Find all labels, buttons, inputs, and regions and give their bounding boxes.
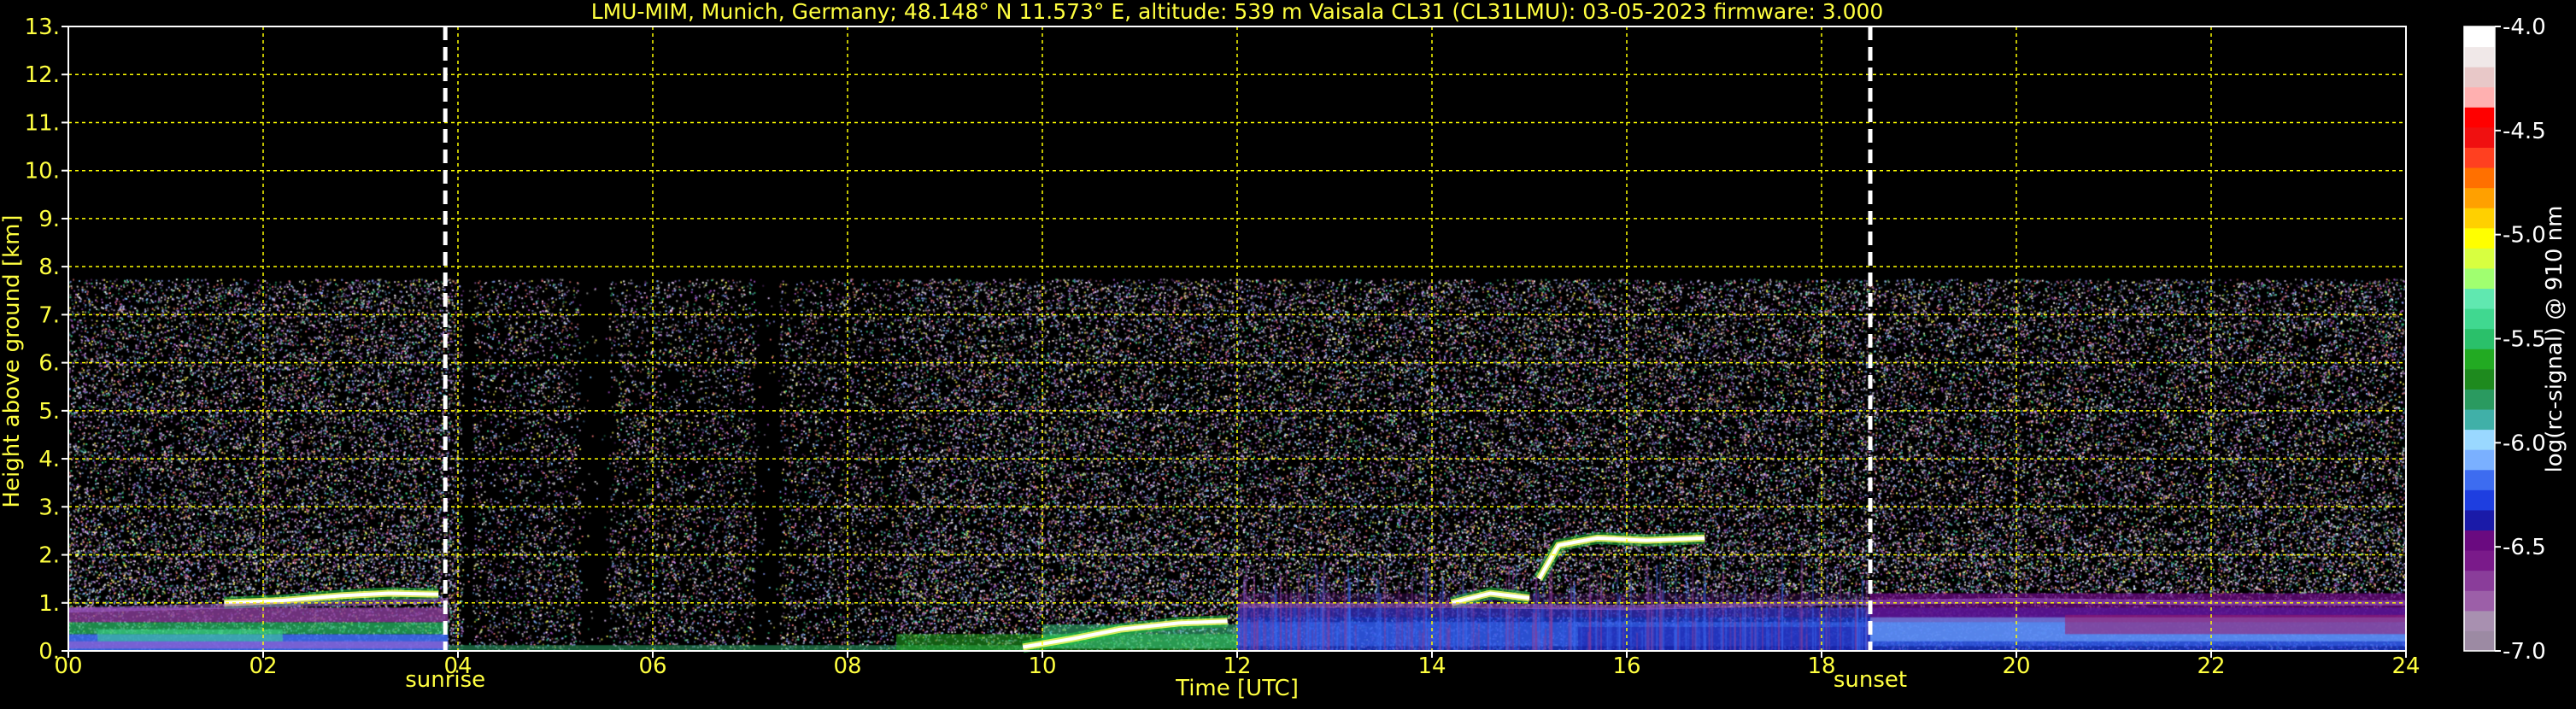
colorbar-swatch-13 [2464,368,2495,390]
y-tick-label-13: 13. [25,15,60,40]
colorbar-swatch-2 [2464,590,2495,612]
y-tick-label-9: 9. [38,207,60,232]
x-tick-label-12: 24 [2391,653,2420,679]
colorbar-swatch-27 [2464,86,2495,108]
y-tick-label-7: 7. [38,302,60,328]
y-axis-label: Height above ground [km] [0,214,25,507]
colorbar-swatch-30 [2464,26,2495,48]
colorbar-swatch-9 [2464,449,2495,471]
x-tick-label-2: 04 [443,653,472,679]
plot-area [67,26,2406,653]
x-tick-label-11: 22 [2197,653,2225,679]
colorbar-swatch-26 [2464,107,2495,128]
colorbar-swatch-1 [2464,610,2495,631]
colorbar-swatch-6 [2464,509,2495,531]
colorbar-tick-label-0: -4.0 [2503,15,2546,40]
y-tick-label-10: 10. [25,159,60,185]
colorbar-swatch-22 [2464,187,2495,208]
colorbar-tick-label-1: -4.5 [2503,119,2546,144]
colorbar-tick-label-5: -6.5 [2503,535,2546,560]
colorbar-swatch-7 [2464,489,2495,511]
sun-marker-label-sunset: sunset [1834,667,1907,693]
colorbar-swatch-19 [2464,248,2495,269]
x-tick-label-5: 10 [1028,653,1056,679]
colorbar-swatch-18 [2464,267,2495,290]
colorbar-swatch-14 [2464,349,2495,370]
colorbar-swatch-10 [2464,429,2495,450]
x-tick-label-3: 06 [638,653,666,679]
x-axis-label: Time [UTC] [1175,676,1299,701]
colorbar-swatch-16 [2464,308,2495,330]
x-tick-label-9: 18 [1807,653,1835,679]
colorbar: -4.0 -4.5 -5.0 -5.5 -6.0 -6.5 -7.0 [2463,15,2546,665]
colorbar-tick-label-4: -6.0 [2503,431,2546,456]
colorbar-swatch-28 [2464,67,2495,88]
colorbar-swatch-8 [2464,469,2495,490]
colorbar-swatch-4 [2464,550,2495,571]
figure-svg: LMU-MIM, Munich, Germany; 48.148° N 11.5… [0,0,2567,701]
colorbar-tick-label-2: -5.0 [2503,223,2546,249]
backscatter-field [68,26,2406,651]
colorbar-swatch-20 [2464,227,2495,249]
colorbar-swatch-15 [2464,328,2495,349]
y-tick-label-0: 0. [38,639,60,665]
ceilometer-figure: LMU-MIM, Munich, Germany; 48.148° N 11.5… [0,0,2576,706]
y-tick-label-11: 11. [25,110,60,136]
x-tick-label-10: 20 [2002,653,2030,679]
x-tick-label-4: 08 [833,653,861,679]
y-tick-label-2: 2. [38,543,60,569]
colorbar-swatch-23 [2464,167,2495,189]
x-tick-label-8: 16 [1612,653,1640,679]
colorbar-swatch-25 [2464,126,2495,148]
colorbar-swatch-11 [2464,409,2495,431]
colorbar-swatch-0 [2464,630,2495,652]
x-tick-label-1: 02 [249,653,277,679]
colorbar-tick-label-3: -5.5 [2503,327,2546,353]
colorbar-swatch-12 [2464,389,2495,410]
colorbar-swatch-21 [2464,208,2495,229]
x-tick-label-7: 14 [1417,653,1446,679]
chart-title: LMU-MIM, Munich, Germany; 48.148° N 11.5… [591,0,1884,24]
colorbar-label: log(rc-signal) @ 910 nm [2542,206,2567,473]
y-tick-label-3: 3. [38,495,60,520]
colorbar-swatch-29 [2464,46,2495,67]
colorbar-swatch-3 [2464,570,2495,591]
y-tick-label-8: 8. [38,255,60,280]
colorbar-tick-label-6: -7.0 [2503,639,2546,665]
y-tick-label-6: 6. [38,351,60,377]
y-tick-label-5: 5. [38,399,60,425]
y-tick-label-1: 1. [38,591,60,617]
colorbar-swatch-24 [2464,147,2495,168]
colorbar-swatch-17 [2464,288,2495,309]
y-tick-label-12: 12. [25,62,60,88]
colorbar-swatch-5 [2464,530,2495,551]
y-tick-label-4: 4. [38,447,60,472]
